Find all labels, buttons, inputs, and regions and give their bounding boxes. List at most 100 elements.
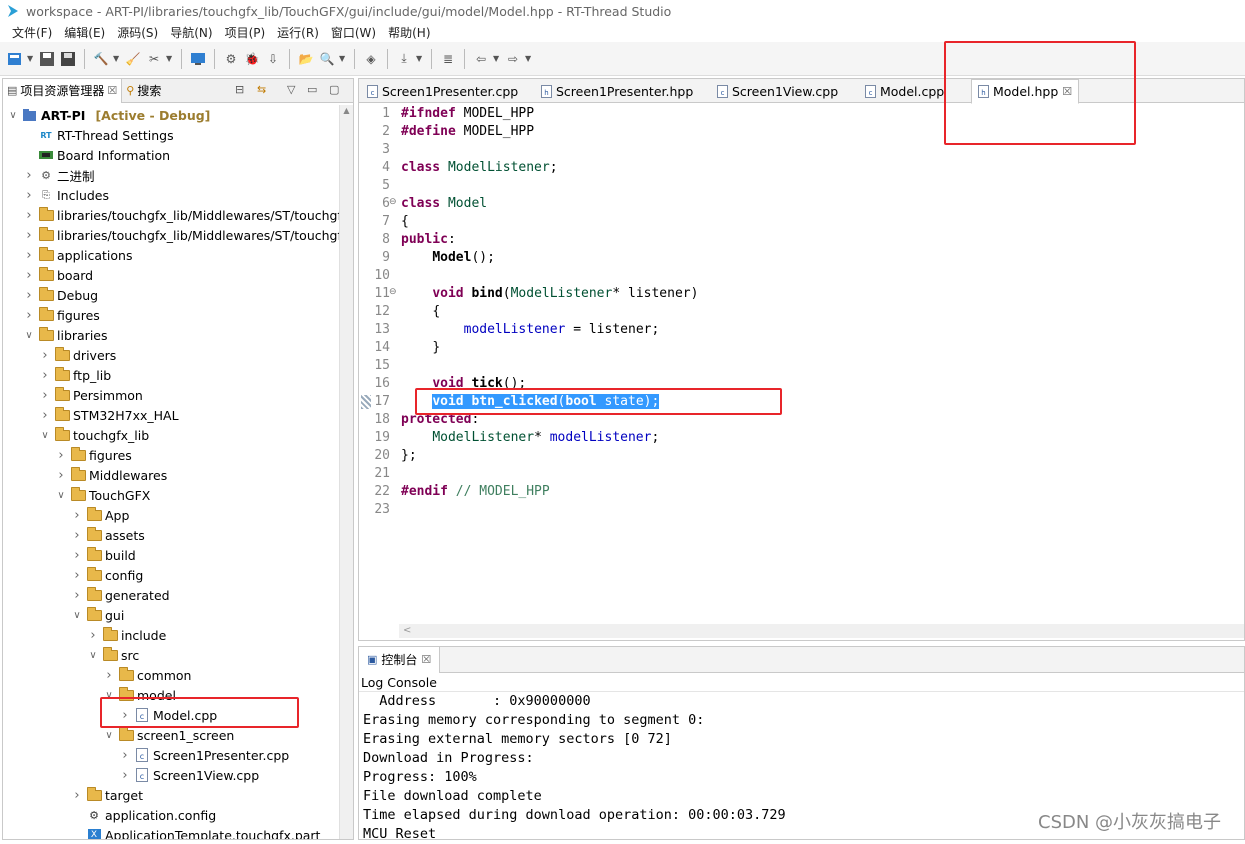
chevron-right-icon[interactable]: › [55,468,67,483]
chevron-right-icon[interactable]: › [23,288,35,303]
save-icon[interactable] [38,50,56,68]
tree-item[interactable]: ∨ ART-PI [Active - Debug] [7,105,210,125]
menu-edit[interactable]: 编辑(E) [58,24,111,41]
tools-dropdown-icon[interactable]: ▼ [166,54,174,63]
tree-item[interactable]: ∨ TouchGFX [55,485,150,505]
tree-item[interactable]: ∨ src [87,645,139,665]
tree-item[interactable]: ∨ gui [71,605,124,625]
chevron-down-icon[interactable]: ∨ [87,650,99,661]
terminal-icon[interactable] [189,50,207,68]
tree-item[interactable]: › target [71,785,143,805]
tree-item[interactable]: ∨ screen1_screen [103,725,234,745]
chevron-right-icon[interactable]: › [23,188,35,203]
sdk-manager-icon[interactable]: ◈ [362,50,380,68]
new-dropdown-icon[interactable]: ▼ [27,54,35,63]
tree-item[interactable]: › generated [71,585,170,605]
tab-screen1presenter-hpp[interactable]: h Screen1Presenter.hpp [535,79,699,103]
fold-marker-icon[interactable]: ⊖ [389,197,397,207]
tree-item[interactable]: › board [23,265,93,285]
close-icon[interactable]: ☒ [421,653,431,666]
chevron-right-icon[interactable]: › [71,548,83,563]
tab-project-explorer[interactable]: ▤ 项目资源管理器 ☒ [3,78,123,103]
tree-item[interactable]: › config [71,565,143,585]
chevron-right-icon[interactable]: › [71,528,83,543]
build-hammer-icon[interactable]: 🔨 [92,50,110,68]
chevron-right-icon[interactable]: › [23,268,35,283]
forward-arrow-icon[interactable]: ⇨ [504,50,522,68]
menu-run[interactable]: 运行(R) [271,24,325,41]
tree-item[interactable]: › figures [23,305,100,325]
view-menu-icon[interactable]: ▽ [287,83,295,96]
chevron-right-icon[interactable]: › [119,748,131,763]
chevron-right-icon[interactable]: › [103,668,115,683]
tree-item[interactable]: X ApplicationTemplate.touchgfx.part [71,825,320,839]
tab-screen1view-cpp[interactable]: c Screen1View.cpp [711,79,844,103]
fold-marker-icon[interactable]: ⊖ [389,287,397,297]
layers-icon[interactable]: ≣ [439,50,457,68]
chevron-right-icon[interactable]: › [39,348,51,363]
chevron-right-icon[interactable]: › [39,408,51,423]
download-icon[interactable]: ⇩ [264,50,282,68]
chevron-right-icon[interactable]: › [23,228,35,243]
chevron-right-icon[interactable]: › [55,448,67,463]
tree-item[interactable]: › Debug [23,285,98,305]
chevron-right-icon[interactable]: › [23,248,35,263]
tree-item[interactable]: › App [71,505,129,525]
chevron-right-icon[interactable]: › [71,588,83,603]
chevron-down-icon[interactable]: ∨ [23,330,35,341]
menu-window[interactable]: 窗口(W) [325,24,382,41]
clean-icon[interactable]: 🧹 [124,50,142,68]
tab-model-cpp[interactable]: c Model.cpp [859,79,950,103]
tree-scrollbar[interactable]: ▲ [339,105,353,839]
chevron-right-icon[interactable]: › [23,168,35,183]
chevron-down-icon[interactable]: ∨ [7,110,19,121]
tree-item[interactable]: › ⚙ 二进制 [23,165,94,185]
close-icon[interactable]: ☒ [107,84,117,97]
tree-item[interactable]: › libraries/touchgfx_lib/Middlewares/ST/t… [23,225,339,245]
flash-download-icon[interactable]: ⤓ [395,50,413,68]
chevron-down-icon[interactable]: ∨ [39,430,51,441]
chevron-down-icon[interactable]: ∨ [103,730,115,741]
tree-item[interactable]: › c Screen1Presenter.cpp [119,745,289,765]
chevron-right-icon[interactable]: › [23,208,35,223]
minimize-icon[interactable]: ▭ [307,83,317,96]
tree-item[interactable]: ∨ touchgfx_lib [39,425,149,445]
tree-item[interactable]: › assets [71,525,145,545]
tree-item[interactable]: › include [87,625,166,645]
tree-item[interactable]: Board Information [23,145,170,165]
tab-screen1presenter-cpp[interactable]: c Screen1Presenter.cpp [361,79,524,103]
tree-item[interactable]: › Persimmon [39,385,143,405]
tree-item[interactable]: › STM32H7xx_HAL [39,405,179,425]
chevron-right-icon[interactable]: › [119,768,131,783]
link-with-editor-icon[interactable]: ⇆ [257,83,266,96]
tree-item[interactable]: ⚙ application.config [71,805,216,825]
settings-gear-icon[interactable]: ⚙ [222,50,240,68]
forward-dropdown-icon[interactable]: ▼ [525,54,533,63]
tree-item[interactable]: › build [71,545,136,565]
tree-item[interactable]: › figures [55,445,132,465]
new-icon[interactable] [6,50,24,68]
code-area[interactable]: #ifndef MODEL_HPP #define MODEL_HPP clas… [401,105,1244,625]
tree-item[interactable]: RT RT-Thread Settings [23,125,173,145]
chevron-down-icon[interactable]: ∨ [71,610,83,621]
chevron-right-icon[interactable]: › [39,368,51,383]
tab-search[interactable]: ⚲ 搜索 [122,79,165,103]
open-folder-icon[interactable]: 📂 [297,50,315,68]
chevron-right-icon[interactable]: › [71,508,83,523]
tree-item[interactable]: › drivers [39,345,116,365]
maximize-icon[interactable]: ▢ [329,83,339,96]
chevron-right-icon[interactable]: › [87,628,99,643]
back-arrow-icon[interactable]: ⇦ [472,50,490,68]
debug-bug-icon[interactable]: 🐞 [243,50,261,68]
scroll-up-icon[interactable]: ▲ [340,105,353,117]
tree-item[interactable]: › Middlewares [55,465,167,485]
tree-item[interactable]: › c Screen1View.cpp [119,765,259,785]
tools-icon[interactable]: ✂ [145,50,163,68]
tree-item[interactable]: ∨ libraries [23,325,108,345]
collapse-all-icon[interactable]: ⊟ [235,83,244,96]
tree-item[interactable]: › ⎘ Includes [23,185,109,205]
tree-item[interactable]: › libraries/touchgfx_lib/Middlewares/ST/t… [23,205,339,225]
editor-horizontal-scrollbar[interactable]: < [399,624,1244,638]
chevron-right-icon[interactable]: › [23,308,35,323]
back-dropdown-icon[interactable]: ▼ [493,54,501,63]
